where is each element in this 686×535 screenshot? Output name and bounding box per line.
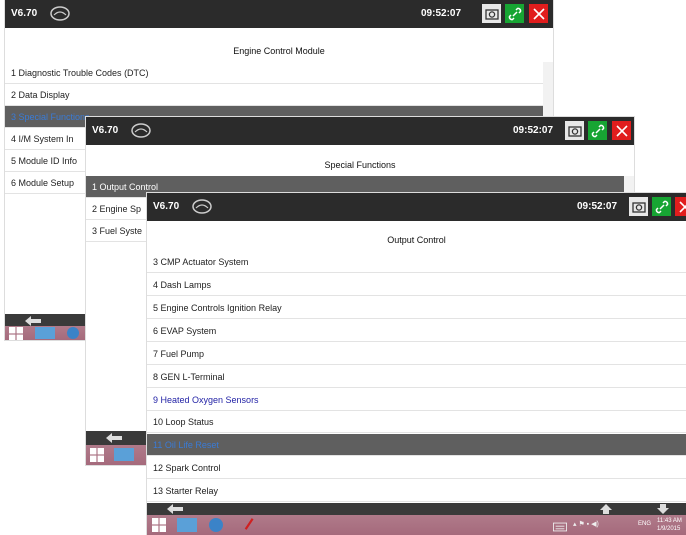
clock-date-label: 1/9/2015 [657,526,681,532]
menu-item-gen-l-terminal[interactable]: 8 GEN L-Terminal [147,366,686,388]
browser-icon[interactable] [209,518,223,532]
menu-item-dtc[interactable]: 1 Diagnostic Trouble Codes (DTC) [5,62,543,84]
menu-item-spark-control[interactable]: 12 Spark Control [147,457,686,479]
clock-time: 09:52:07 [513,125,554,136]
system-clock[interactable]: 11:43 AM 1/9/2015 [657,517,682,533]
screen-title: Special Functions [324,160,396,170]
scroll-down-icon[interactable] [655,503,671,515]
close-button[interactable] [529,4,548,23]
connect-button[interactable] [505,4,524,23]
menu-item-data-display[interactable]: 2 Data Display [5,84,543,106]
menu-item-oil-life-reset[interactable]: 11 Oil Life Reset [147,434,686,456]
bottom-toolbar [147,503,686,515]
input-language[interactable]: ENG [638,521,651,527]
connect-button[interactable] [652,197,671,216]
browser-icon[interactable] [67,327,79,339]
title-bar: V6.70 09:52:07 [5,0,553,28]
camera-icon [567,125,582,137]
connect-button[interactable] [588,121,607,140]
menu-item-fuel-pump[interactable]: 7 Fuel Pump [147,343,686,365]
windows-taskbar: ▴ ⚑ ▪ ◀) ENG 11:43 AM 1/9/2015 [147,515,686,535]
menu-item-evap-system[interactable]: 6 EVAP System [147,320,686,342]
version-label: V6.70 [11,8,38,19]
menu-item-ignition-relay[interactable]: 5 Engine Controls Ignition Relay [147,297,686,319]
screen-title: Output Control [387,235,446,245]
version-label: V6.70 [153,201,180,212]
tray-icons[interactable]: ▴ ⚑ ▪ ◀) [573,520,599,528]
desktop-app-icon[interactable] [114,448,134,461]
windows-start-icon[interactable] [90,448,104,462]
screenshot-button[interactable] [482,4,501,23]
pen-icon[interactable] [243,517,257,531]
window-output-control: V6.70 09:52:07 Output Control 3 CMP Actu… [147,193,686,535]
camera-icon [631,201,646,213]
car-logo-icon [192,199,212,214]
close-icon [532,7,545,20]
clock-time: 09:52:07 [577,201,618,212]
menu-item-dash-lamps[interactable]: 4 Dash Lamps [147,274,686,296]
keyboard-icon[interactable] [553,520,567,534]
title-bar: V6.70 09:52:07 [147,193,686,221]
camera-icon [484,8,499,20]
link-icon [508,7,521,20]
close-icon [678,200,686,213]
car-logo-icon [50,6,70,21]
screenshot-button[interactable] [629,197,648,216]
close-button[interactable] [612,121,631,140]
desktop-app-icon[interactable] [177,518,197,532]
clock-time-label: 11:43 AM [657,518,682,524]
menu-item-heated-oxygen-sensors[interactable]: 9 Heated Oxygen Sensors [147,389,686,411]
version-label: V6.70 [92,125,119,136]
close-button[interactable] [675,197,686,216]
link-icon [591,124,604,137]
car-logo-icon [131,123,151,138]
desktop-app-icon[interactable] [35,327,55,339]
back-arrow-icon[interactable] [165,503,185,515]
close-icon [615,124,628,137]
title-bar: V6.70 09:52:07 [86,117,634,145]
scroll-up-icon[interactable] [598,503,614,515]
windows-start-icon[interactable] [152,518,166,532]
back-arrow-icon[interactable] [104,432,124,444]
menu-item-loop-status[interactable]: 10 Loop Status [147,411,686,433]
menu-item-starter-relay[interactable]: 13 Starter Relay [147,480,686,502]
screen-title: Engine Control Module [233,46,325,56]
clock-time: 09:52:07 [421,8,462,19]
link-icon [655,200,668,213]
windows-start-icon[interactable] [9,327,23,340]
menu-item-cmp-actuator[interactable]: 3 CMP Actuator System [147,251,686,273]
screenshot-button[interactable] [565,121,584,140]
